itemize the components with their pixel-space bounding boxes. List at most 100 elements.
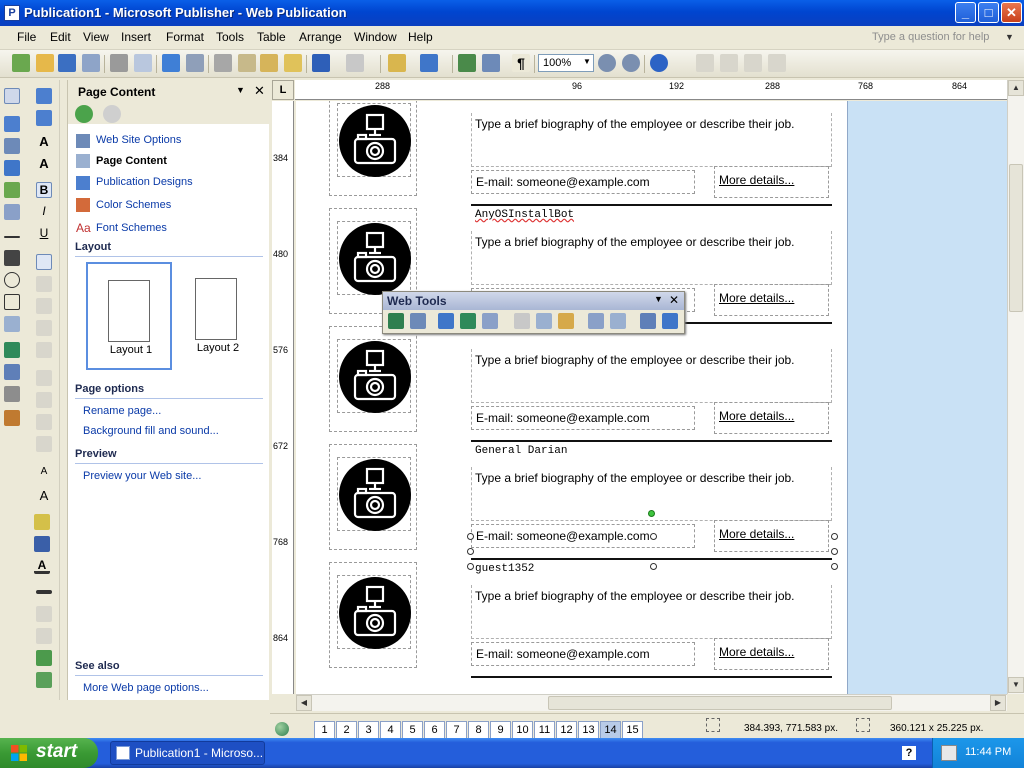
zoom-in-icon[interactable] (622, 54, 640, 72)
arrow-style-icon[interactable] (36, 628, 52, 644)
rotate-icon[interactable] (420, 54, 438, 72)
horizontal-scroll-thumb[interactable] (548, 696, 892, 710)
employee-entry[interactable]: General Darian Type a brief biography of … (296, 440, 836, 558)
selection-handle[interactable] (467, 563, 474, 570)
background-fill-link[interactable]: Background fill and sound... (83, 425, 219, 437)
menu-help[interactable]: Help (408, 30, 433, 44)
font-size-icon[interactable]: A (36, 134, 52, 150)
maximize-button[interactable]: □ (978, 2, 999, 23)
menu-insert[interactable]: Insert (121, 30, 151, 44)
layout-1-thumbnail[interactable]: Layout 1 (86, 262, 172, 370)
selection-handle[interactable] (831, 563, 838, 570)
email-text[interactable]: E-mail: someone@example.com (471, 524, 695, 548)
hot-spot-icon[interactable] (4, 342, 20, 358)
font-schemes-link[interactable]: Font Schemes (96, 222, 167, 234)
page-button[interactable]: 6 (424, 721, 445, 739)
menu-table[interactable]: Table (257, 30, 286, 44)
menu-view[interactable]: View (83, 30, 109, 44)
undo-icon[interactable] (312, 54, 330, 72)
color-schemes-link[interactable]: Color Schemes (96, 199, 171, 211)
table-icon[interactable] (4, 138, 20, 154)
design-checker-icon[interactable] (640, 313, 656, 329)
page-layout-icon[interactable] (610, 313, 626, 329)
zoom-dropdown-icon[interactable]: ▼ (583, 54, 591, 70)
line-icon[interactable] (4, 236, 20, 238)
email-text[interactable]: E-mail: someone@example.com (471, 170, 695, 194)
web-page-options-icon[interactable] (588, 313, 604, 329)
selection-handle[interactable] (467, 533, 474, 540)
research-icon[interactable] (186, 54, 204, 72)
ruler-origin[interactable]: L (272, 80, 294, 100)
page-button[interactable]: 3 (358, 721, 379, 739)
page-button[interactable]: 4 (380, 721, 401, 739)
ask-question-input[interactable]: Type a question for help (872, 30, 1002, 48)
align-left-icon[interactable] (36, 254, 52, 270)
design-gallery-icon[interactable] (4, 410, 20, 426)
web-tools-options-icon[interactable]: ▼ (654, 294, 663, 304)
select-pointer-icon[interactable] (4, 88, 20, 104)
selection-handle[interactable] (650, 563, 657, 570)
dash-style-icon[interactable] (36, 606, 52, 622)
more-web-page-options-link[interactable]: More Web page options... (83, 682, 209, 694)
format-painter-icon[interactable] (284, 54, 302, 72)
numbering-icon[interactable] (36, 370, 52, 386)
shadow-style-icon[interactable] (36, 650, 52, 666)
menu-file[interactable]: File (17, 30, 36, 44)
line-spacing-icon[interactable] (36, 342, 52, 358)
employee-entry[interactable]: Type a brief biography of the employee o… (296, 322, 836, 440)
back-arrow-icon[interactable] (75, 105, 93, 123)
photo-placeholder[interactable] (329, 444, 417, 550)
page-button[interactable]: 5 (402, 721, 423, 739)
copy-icon[interactable] (238, 54, 256, 72)
selection-handle[interactable] (831, 548, 838, 555)
bio-text-box[interactable]: Type a brief biography of the employee o… (471, 113, 832, 167)
font-style-icon[interactable] (36, 88, 52, 104)
employee-name[interactable]: General Darian (475, 445, 567, 457)
menu-edit[interactable]: Edit (50, 30, 71, 44)
oval-icon[interactable] (4, 272, 20, 288)
pilcrow-icon[interactable]: ¶ (512, 54, 530, 72)
spelling-icon[interactable] (162, 54, 180, 72)
print-preview-icon[interactable] (134, 54, 152, 72)
vertical-scrollbar[interactable]: ▲ ▼ (1007, 80, 1024, 694)
selection-handle[interactable] (467, 548, 474, 555)
page-button[interactable]: 1 (314, 721, 335, 739)
bold-icon[interactable]: B (36, 182, 52, 198)
employee-name[interactable]: guest1352 (475, 563, 534, 575)
horizontal-scrollbar[interactable]: ◀ ▶ (296, 694, 1007, 711)
publication-designs-link[interactable]: Publication Designs (96, 176, 193, 188)
forward-arrow-icon[interactable] (103, 105, 121, 123)
photo-placeholder[interactable] (329, 101, 417, 196)
italic-icon[interactable]: I (36, 204, 52, 220)
search-icon[interactable] (482, 54, 500, 72)
selection-handle[interactable] (831, 533, 838, 540)
bio-text-box[interactable]: Type a brief biography of the employee o… (471, 231, 832, 285)
more-details-link[interactable]: More details... (714, 402, 829, 434)
menu-arrange[interactable]: Arrange (299, 30, 342, 44)
page-button[interactable]: 15 (622, 721, 643, 739)
close-button[interactable]: ✕ (1001, 2, 1022, 23)
page-content-link[interactable]: Page Content (96, 155, 167, 167)
help-icon[interactable] (650, 54, 668, 72)
underline-icon[interactable]: U (36, 226, 52, 242)
web-tools-close-icon[interactable]: ✕ (669, 293, 679, 307)
photo-placeholder[interactable] (329, 326, 417, 432)
justify-icon[interactable] (36, 320, 52, 336)
email-text[interactable]: E-mail: someone@example.com (471, 406, 695, 430)
task-pane-dropdown-icon[interactable]: ▼ (236, 85, 245, 95)
html-fragment-icon[interactable] (4, 386, 20, 402)
scroll-left-icon[interactable]: ◀ (296, 695, 312, 711)
more-details-link[interactable]: More details... (714, 166, 829, 198)
page-button[interactable]: 7 (446, 721, 467, 739)
network-tray-icon[interactable] (941, 745, 957, 761)
employee-name[interactable]: AnyOSInstallBot (475, 209, 574, 221)
menu-tools[interactable]: Tools (216, 30, 244, 44)
font-size-small-icon[interactable]: A (36, 156, 52, 172)
page-button[interactable]: 12 (556, 721, 577, 739)
vertical-ruler[interactable]: 384 480 576 672 768 864 (272, 101, 294, 694)
web-options-icon[interactable] (410, 313, 426, 329)
hyperlink-icon[interactable] (438, 313, 454, 329)
more-details-link[interactable]: More details... (714, 284, 829, 316)
publish-to-web-icon[interactable] (662, 313, 678, 329)
page-button[interactable]: 11 (534, 721, 555, 739)
